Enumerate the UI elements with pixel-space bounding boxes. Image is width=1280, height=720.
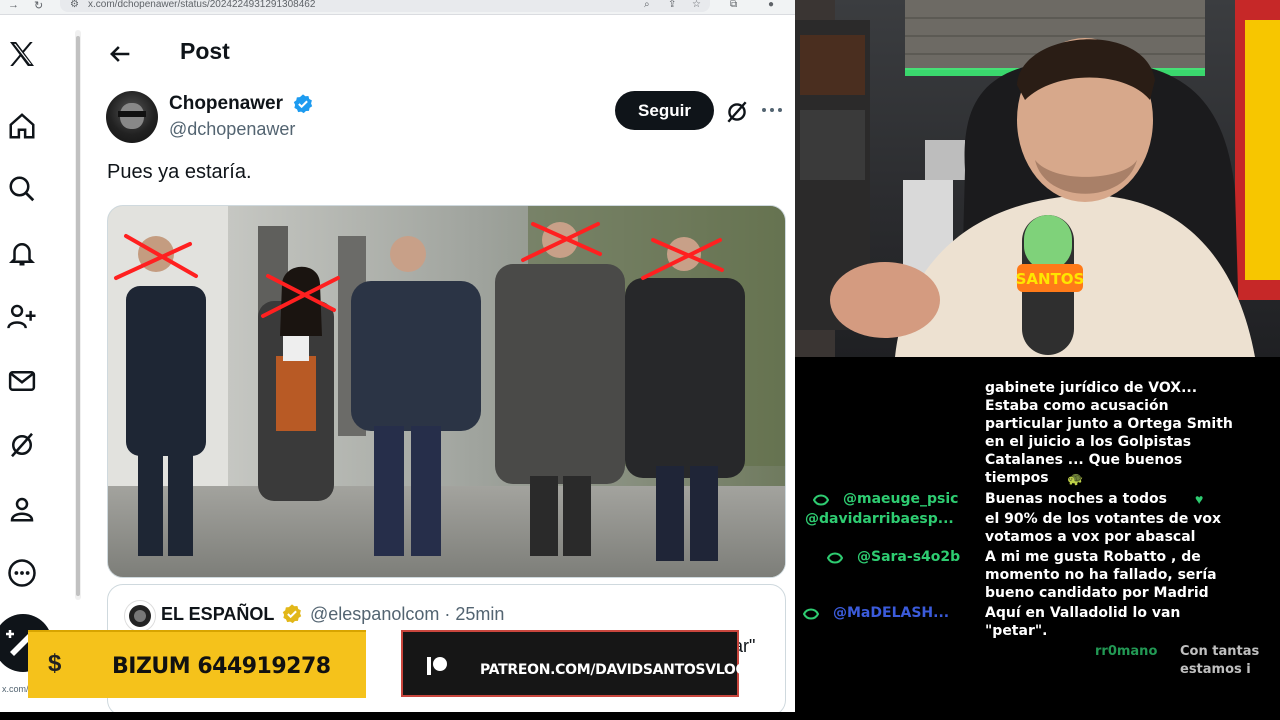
- chat-message-text: particular junto a Ortega Smith: [985, 416, 1233, 432]
- search-icon[interactable]: [4, 171, 40, 207]
- extensions-icon[interactable]: ⧉: [730, 0, 737, 10]
- bizum-banner: $ BIZUM 644919278: [28, 630, 366, 698]
- chat-message-text: Estaba como acusación: [985, 398, 1169, 414]
- mic-brand-text: SANTOS: [1016, 270, 1085, 288]
- chat-message-text: Buenas noches a todos: [985, 491, 1167, 507]
- tweet-photo-illustration: [108, 206, 785, 577]
- profile-avatar-icon[interactable]: ●: [768, 0, 774, 10]
- chat-badge-icon: [812, 493, 830, 507]
- site-info-icon[interactable]: ⚙: [70, 0, 79, 10]
- bookmark-star-icon[interactable]: ☆: [692, 0, 701, 10]
- x-logo-icon[interactable]: [4, 36, 40, 72]
- tweet-image[interactable]: [107, 205, 786, 578]
- chat-message-text: votamos a vox por abascal: [985, 529, 1196, 545]
- quoted-avatar-lion-icon[interactable]: [124, 600, 156, 632]
- chat-username: @davidarribaesp...: [805, 511, 954, 527]
- x-sidebar: [0, 14, 80, 712]
- zoom-icon[interactable]: ⌕: [644, 0, 650, 10]
- chat-username: @Sara-s4o2b: [857, 549, 961, 565]
- verified-badge-icon: [292, 93, 314, 115]
- gold-verified-badge-icon: [281, 603, 303, 625]
- chat-message-text: Con tantas: [1180, 644, 1260, 659]
- chat-message-text: estamos i: [1180, 662, 1251, 677]
- chat-username: rr0mano: [1095, 644, 1158, 659]
- messages-icon[interactable]: [4, 363, 40, 399]
- chat-username: @MaDELASH...: [833, 605, 950, 621]
- quoted-handle-time[interactable]: @elespanolcom · 25min: [310, 604, 504, 625]
- more-icon[interactable]: [4, 555, 40, 591]
- reload-icon[interactable]: ↻: [34, 0, 43, 12]
- author-avatar[interactable]: [106, 91, 158, 143]
- follow-button[interactable]: Seguir: [615, 91, 714, 130]
- chat-message-text: en el juicio a los Golpistas: [985, 434, 1192, 450]
- tweet-text: Pues ya estaría.: [107, 161, 252, 183]
- scrollbar-thumb[interactable]: [76, 36, 80, 596]
- quoted-author-name[interactable]: EL ESPAÑOL: [161, 604, 274, 625]
- chat-username: @maeuge_psic: [843, 491, 959, 507]
- patreon-banner: PATREON.COM/DAVIDSANTOSVLOG: [401, 630, 747, 697]
- streamer-webcam-illustration: SANTOS: [795, 0, 1280, 357]
- green-heart-icon: ♥: [1195, 491, 1204, 507]
- notifications-icon[interactable]: [4, 235, 40, 271]
- back-arrow-icon[interactable]: [106, 40, 134, 68]
- bizum-label: BIZUM 644919278: [112, 654, 331, 679]
- chat-message-text: gabinete jurídico de VOX...: [985, 380, 1198, 396]
- chat-message-text: bueno candidato por Madrid: [985, 585, 1209, 601]
- url-text[interactable]: x.com/dchopenawer/status/202422493129130…: [88, 0, 315, 10]
- chat-message-text: Aquí en Valladolid lo van: [985, 605, 1181, 621]
- chat-message-text: A mi me gusta Robatto , de: [985, 549, 1201, 565]
- chat-message-text: tiempos: [985, 470, 1049, 486]
- share-icon[interactable]: ⇪: [668, 0, 676, 10]
- grok-explain-icon[interactable]: [724, 99, 750, 125]
- chat-message-text: "petar".: [985, 623, 1048, 639]
- emoji-icon: 🐢: [1067, 471, 1084, 486]
- profile-icon[interactable]: [4, 491, 40, 527]
- status-url-text: x.com/: [0, 684, 31, 694]
- forward-icon[interactable]: →: [8, 0, 19, 11]
- patreon-label: PATREON.COM/DAVIDSANTOSVLOG: [480, 662, 747, 678]
- grok-icon[interactable]: [4, 427, 40, 463]
- chat-badge-icon: [826, 551, 844, 565]
- more-options-icon[interactable]: [760, 100, 784, 120]
- chat-message-text: momento no ha fallado, sería: [985, 567, 1217, 583]
- patreon-logo-icon: [425, 654, 449, 678]
- browser-window: → ↻ ⚙ x.com/dchopenawer/status/202422493…: [0, 0, 795, 712]
- live-chat-overlay: gabinete jurídico de VOX... Estaba como …: [795, 357, 1280, 720]
- author-handle[interactable]: @dchopenawer: [169, 119, 295, 140]
- author-name[interactable]: Chopenawer: [169, 93, 283, 115]
- follow-icon[interactable]: [4, 299, 40, 335]
- dollar-icon: $: [48, 650, 62, 677]
- chat-message-text: el 90% de los votantes de vox: [985, 511, 1221, 527]
- home-icon[interactable]: [4, 108, 40, 144]
- chat-badge-icon: [802, 607, 820, 621]
- webcam-feed: SANTOS: [795, 0, 1280, 357]
- address-bar: → ↻ ⚙ x.com/dchopenawer/status/202422493…: [0, 0, 795, 15]
- chat-message-text: Catalanes ... Que buenos: [985, 452, 1183, 468]
- page-title: Post: [180, 38, 230, 64]
